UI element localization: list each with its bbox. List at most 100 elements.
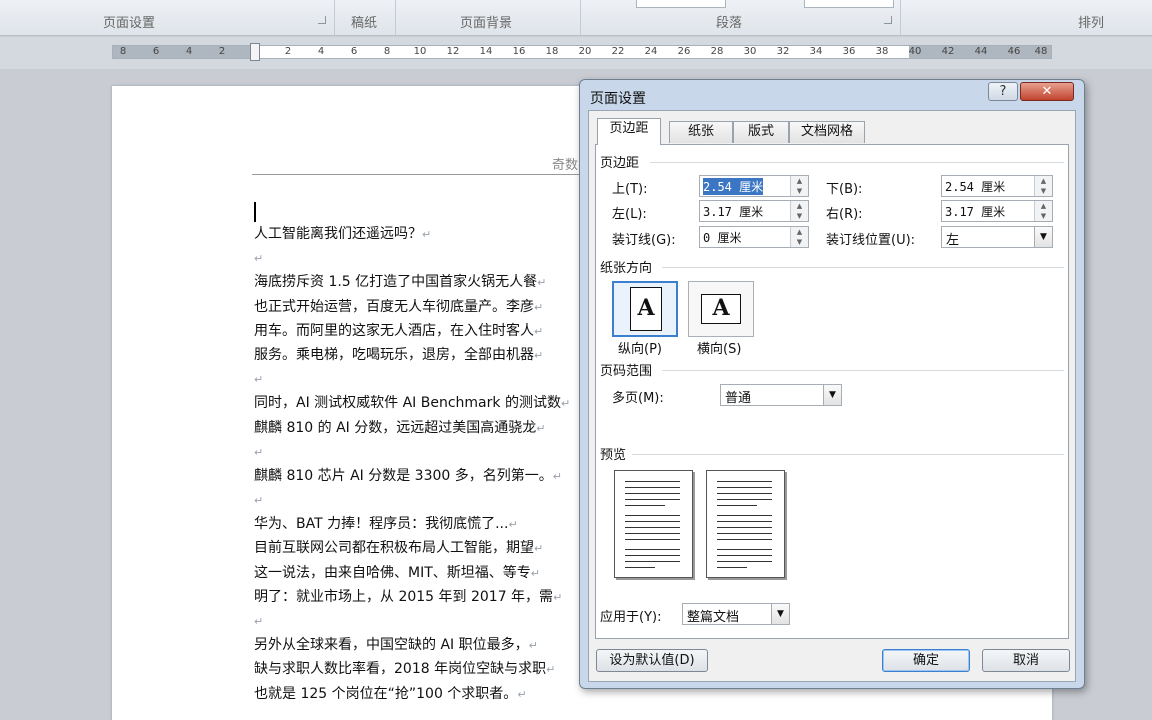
ruler-number: 22 — [611, 46, 625, 57]
paragraph-mark-icon: ↵ — [528, 639, 538, 653]
ribbon-group-page-background: 页面背景 — [460, 16, 513, 31]
paragraph-mark-icon: ↵ — [422, 228, 432, 241]
ribbon-group-page-setup: 页面设置 — [103, 16, 156, 31]
close-button[interactable]: ✕ — [1020, 82, 1074, 101]
ruler-number: 10 — [413, 46, 427, 57]
document-line[interactable]: 麒麟 810 的 AI 分数，远远超过美国高通骁龙↵ — [254, 416, 570, 440]
apply-to-label: 应用于(Y): — [600, 610, 662, 625]
paragraph-mark-icon: ↵ — [254, 615, 264, 628]
ruler-number: 46 — [1007, 46, 1021, 57]
document-line[interactable]: 麒麟 810 芯片 AI 分数是 3300 多，名列第一。↵ — [254, 464, 570, 488]
section-divider — [650, 162, 1064, 163]
paragraph-mark-icon: ↵ — [254, 494, 264, 508]
indent-marker[interactable] — [250, 43, 260, 61]
tab-layout[interactable]: 版式 — [733, 121, 789, 143]
document-line[interactable]: ↵ — [254, 367, 570, 391]
portrait-label[interactable]: 纵向(P) — [618, 338, 662, 357]
gutter-label: 装订线(G): — [612, 233, 676, 248]
spinner-arrows-icon[interactable]: ▲ ▼ — [1034, 201, 1052, 221]
chevron-down-icon[interactable]: ▼ — [771, 604, 789, 624]
apply-to-select[interactable]: 整篇文档 ▼ — [682, 603, 790, 625]
paragraph-mark-icon: ↵ — [534, 348, 544, 362]
document-line[interactable]: ↵ — [254, 440, 570, 464]
ok-button[interactable]: 确定 — [882, 649, 970, 672]
gutter-position-select[interactable]: 左 ▼ — [941, 226, 1053, 248]
document-body[interactable]: 人工智能离我们还遥远吗？↵ ↵ 海底捞斥资 1.5 亿打造了中国首家火锅无人餐↵ 也正… — [254, 222, 570, 706]
left-margin-spinner[interactable]: 3.17 厘米 ▲ ▼ — [699, 200, 809, 222]
document-line[interactable]: 另外从全球来看，中国空缺的 AI 职位最多，↵ — [254, 633, 570, 657]
cancel-button[interactable]: 取消 — [982, 649, 1070, 672]
right-margin-spinner[interactable]: 3.17 厘米 ▲ ▼ — [941, 200, 1053, 222]
horizontal-ruler[interactable]: 8 6 4 2 2 4 6 8 10 12 14 16 18 20 22 24 … — [112, 43, 1052, 61]
ruler-number: 6 — [152, 46, 160, 57]
set-as-default-button[interactable]: 设为默认值(D) — [596, 649, 708, 672]
paragraph-mark-icon: ↵ — [254, 252, 264, 266]
tab-paper[interactable]: 纸张 — [669, 121, 733, 143]
document-line[interactable]: 用车。而阿里的这家无人酒店，在入住时客人↵ — [254, 319, 570, 343]
document-line[interactable]: 这一说法，由来自哈佛、MIT、斯坦福、等专↵ — [254, 561, 570, 585]
help-button[interactable]: ? — [988, 82, 1018, 101]
multiple-pages-select[interactable]: 普通 ▼ — [720, 384, 842, 406]
document-line[interactable]: ↵ — [254, 488, 570, 512]
gutter-position-label: 装订线位置(U): — [826, 233, 916, 248]
top-margin-label: 上(T): — [612, 182, 648, 197]
spinner-arrows-icon[interactable]: ▲ ▼ — [790, 227, 808, 247]
document-line[interactable]: 服务。乘电梯，吃喝玩乐，退房，全部由机器↵ — [254, 343, 570, 367]
document-line-text: 明了：就业市场上，从 2015 年到 2017 年，需 — [254, 588, 554, 605]
document-line[interactable]: 也就是 125 个岗位在“抢”100 个求职者。↵ — [254, 682, 570, 706]
document-line[interactable]: 目前互联网公司都在积极布局人工智能，期望↵ — [254, 536, 570, 560]
ruler-number: 44 — [974, 46, 988, 57]
paragraph-mark-icon: ↵ — [536, 421, 546, 435]
spinner-arrows-icon[interactable]: ▲ ▼ — [1034, 176, 1052, 196]
section-divider — [632, 454, 1064, 455]
ruler-area: 8 6 4 2 2 4 6 8 10 12 14 16 18 20 22 24 … — [0, 37, 1152, 69]
paragraph-mark-icon: ↵ — [254, 373, 264, 387]
document-line[interactable]: 同时，AI 测试权威软件 AI Benchmark 的测试数↵ — [254, 391, 570, 415]
ribbon-group-draft-paper: 稿纸 — [351, 16, 378, 31]
ribbon-spacing-box[interactable] — [804, 0, 894, 8]
document-line-text: 服务。乘电梯，吃喝玩乐，退房，全部由机器 — [254, 346, 534, 363]
document-line[interactable]: 也正式开始运营，百度无人车彻底量产。李彦↵ — [254, 295, 570, 319]
text-cursor — [254, 202, 256, 222]
left-margin-value[interactable]: 3.17 厘米 — [703, 203, 763, 220]
chevron-down-icon[interactable]: ▼ — [1034, 227, 1052, 247]
portrait-page-icon: A — [630, 287, 662, 331]
ruler-number: 8 — [383, 46, 391, 57]
gutter-spinner[interactable]: 0 厘米 ▲ ▼ — [699, 226, 809, 248]
chevron-down-icon[interactable]: ▼ — [823, 385, 841, 405]
tab-document-grid[interactable]: 文档网格 — [789, 121, 865, 143]
spinner-arrows-icon[interactable]: ▲ ▼ — [790, 201, 808, 221]
paragraph-mark-icon: ↵ — [560, 397, 571, 411]
bottom-margin-value[interactable]: 2.54 厘米 — [945, 178, 1005, 195]
ribbon-separator — [580, 0, 581, 36]
spinner-arrows-icon[interactable]: ▲ ▼ — [790, 176, 808, 196]
document-line[interactable]: 明了：就业市场上，从 2015 年到 2017 年，需↵ — [254, 585, 570, 609]
top-margin-spinner[interactable]: 2.54 厘米 ▲ ▼ — [699, 175, 809, 197]
ruler-number: 30 — [743, 46, 757, 57]
paragraph-launcher-icon[interactable] — [884, 16, 892, 24]
document-line[interactable]: ↵ — [254, 246, 570, 270]
section-divider — [662, 267, 1064, 268]
ruler-number: 42 — [941, 46, 955, 57]
gutter-value[interactable]: 0 厘米 — [703, 229, 741, 246]
document-line[interactable]: 海底捞斥资 1.5 亿打造了中国首家火锅无人餐↵ — [254, 270, 570, 294]
document-line[interactable]: 人工智能离我们还遥远吗？↵ — [254, 222, 570, 246]
document-line[interactable]: 缺与求职人数比率看，2018 年岗位空缺与求职↵ — [254, 657, 570, 681]
portrait-option[interactable]: A — [612, 281, 678, 337]
document-line[interactable]: 华为、BAT 力捧！程序员：我彻底慌了...↵ — [254, 512, 570, 536]
page-setup-launcher-icon[interactable] — [318, 16, 326, 24]
ribbon-indent-box[interactable] — [636, 0, 726, 8]
document-line[interactable]: ↵ — [254, 609, 570, 633]
top-margin-value[interactable]: 2.54 厘米 — [703, 178, 764, 195]
paragraph-mark-icon: ↵ — [517, 687, 527, 701]
right-margin-value[interactable]: 3.17 厘米 — [945, 203, 1005, 220]
paragraph-mark-icon: ↵ — [530, 566, 540, 580]
landscape-label[interactable]: 横向(S) — [697, 338, 741, 357]
dialog-title: 页面设置 — [590, 91, 646, 107]
pages-section-title: 页码范围 — [600, 364, 653, 379]
tab-margins[interactable]: 页边距 — [597, 118, 661, 145]
gutter-position-value: 左 — [946, 233, 960, 248]
right-margin-label: 右(R): — [826, 207, 863, 222]
landscape-option[interactable]: A — [688, 281, 754, 337]
bottom-margin-spinner[interactable]: 2.54 厘米 ▲ ▼ — [941, 175, 1053, 197]
